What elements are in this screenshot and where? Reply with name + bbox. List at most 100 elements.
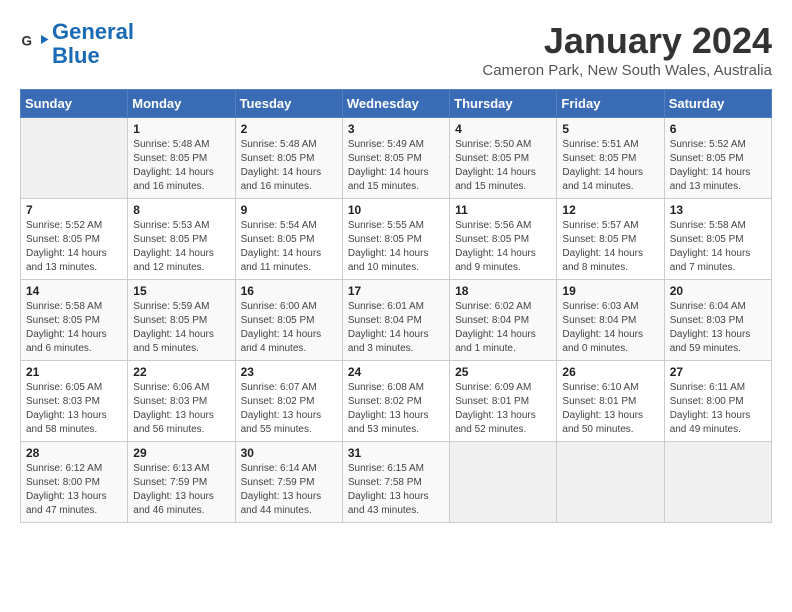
month-title: January 2024 [482, 20, 772, 62]
day-info: Sunrise: 5:59 AM Sunset: 8:05 PM Dayligh… [133, 300, 229, 356]
day-info: Sunrise: 6:12 AM Sunset: 8:00 PM Dayligh… [26, 462, 122, 518]
calendar-cell: 23 Sunrise: 6:07 AM Sunset: 8:02 PM Dayli… [235, 361, 342, 442]
day-info: Sunrise: 5:58 AM Sunset: 8:05 PM Dayligh… [26, 300, 122, 356]
day-info: Sunrise: 6:08 AM Sunset: 8:02 PM Dayligh… [348, 381, 444, 437]
day-number: 14 [26, 284, 122, 298]
calendar-cell: 18 Sunrise: 6:02 AM Sunset: 8:04 PM Dayli… [450, 280, 557, 361]
calendar-cell: 9Sunrise: 5:54 AM Sunset: 8:05 PM Daylig… [235, 199, 342, 280]
day-number: 15 [133, 284, 229, 298]
calendar-cell: 12 Sunrise: 5:57 AM Sunset: 8:05 PM Dayli… [557, 199, 664, 280]
weekday-header-row: SundayMondayTuesdayWednesdayThursdayFrid… [21, 90, 772, 118]
calendar-cell [21, 118, 128, 199]
day-number: 1 [133, 122, 229, 136]
day-number: 7 [26, 203, 122, 217]
day-number: 16 [241, 284, 337, 298]
weekday-sunday: Sunday [21, 90, 128, 118]
day-info: Sunrise: 6:02 AM Sunset: 8:04 PM Dayligh… [455, 300, 551, 356]
calendar-cell [450, 442, 557, 523]
calendar-cell: 11Sunrise: 5:56 AM Sunset: 8:05 PM Dayli… [450, 199, 557, 280]
calendar-cell: 19 Sunrise: 6:03 AM Sunset: 8:04 PM Dayli… [557, 280, 664, 361]
day-info: Sunrise: 6:09 AM Sunset: 8:01 PM Dayligh… [455, 381, 551, 437]
day-number: 4 [455, 122, 551, 136]
weekday-friday: Friday [557, 90, 664, 118]
calendar-cell: 24 Sunrise: 6:08 AM Sunset: 8:02 PM Dayli… [342, 361, 449, 442]
day-info: Sunrise: 6:03 AM Sunset: 8:04 PM Dayligh… [562, 300, 658, 356]
calendar-week-3: 14 Sunrise: 5:58 AM Sunset: 8:05 PM Dayli… [21, 280, 772, 361]
day-number: 28 [26, 446, 122, 460]
calendar-week-1: 1 Sunrise: 5:48 AM Sunset: 8:05 PM Daylig… [21, 118, 772, 199]
day-info: Sunrise: 6:07 AM Sunset: 8:02 PM Dayligh… [241, 381, 337, 437]
day-number: 27 [670, 365, 766, 379]
day-info: Sunrise: 6:13 AM Sunset: 7:59 PM Dayligh… [133, 462, 229, 518]
day-number: 30 [241, 446, 337, 460]
day-number: 24 [348, 365, 444, 379]
logo: G General Blue [20, 20, 134, 68]
logo-icon: G [20, 29, 50, 59]
calendar-cell: 14 Sunrise: 5:58 AM Sunset: 8:05 PM Dayli… [21, 280, 128, 361]
day-info: Sunrise: 5:48 AM Sunset: 8:05 PM Dayligh… [133, 138, 229, 194]
day-info: Sunrise: 6:04 AM Sunset: 8:03 PM Dayligh… [670, 300, 766, 356]
calendar-cell [557, 442, 664, 523]
day-info: Sunrise: 5:58 AM Sunset: 8:05 PM Dayligh… [670, 219, 766, 275]
calendar-week-2: 7 Sunrise: 5:52 AM Sunset: 8:05 PM Daylig… [21, 199, 772, 280]
day-number: 31 [348, 446, 444, 460]
calendar-cell: 31 Sunrise: 6:15 AM Sunset: 7:58 PM Dayli… [342, 442, 449, 523]
day-info: Sunrise: 6:10 AM Sunset: 8:01 PM Dayligh… [562, 381, 658, 437]
calendar-cell: 6 Sunrise: 5:52 AM Sunset: 8:05 PM Daylig… [664, 118, 771, 199]
day-info: Sunrise: 6:11 AM Sunset: 8:00 PM Dayligh… [670, 381, 766, 437]
calendar-cell: 13 Sunrise: 5:58 AM Sunset: 8:05 PM Dayli… [664, 199, 771, 280]
day-info: Sunrise: 5:50 AM Sunset: 8:05 PM Dayligh… [455, 138, 551, 194]
day-info: Sunrise: 6:00 AM Sunset: 8:05 PM Dayligh… [241, 300, 337, 356]
weekday-tuesday: Tuesday [235, 90, 342, 118]
logo-text: General Blue [52, 20, 134, 68]
day-number: 2 [241, 122, 337, 136]
day-number: 6 [670, 122, 766, 136]
title-block: January 2024 Cameron Park, New South Wal… [482, 20, 772, 79]
weekday-thursday: Thursday [450, 90, 557, 118]
calendar-cell: 29 Sunrise: 6:13 AM Sunset: 7:59 PM Dayli… [128, 442, 235, 523]
day-info: Sunrise: 6:01 AM Sunset: 8:04 PM Dayligh… [348, 300, 444, 356]
calendar-cell: 27 Sunrise: 6:11 AM Sunset: 8:00 PM Dayli… [664, 361, 771, 442]
calendar-week-5: 28 Sunrise: 6:12 AM Sunset: 8:00 PM Dayli… [21, 442, 772, 523]
calendar-cell: 15 Sunrise: 5:59 AM Sunset: 8:05 PM Dayli… [128, 280, 235, 361]
svg-text:G: G [22, 34, 33, 49]
day-number: 26 [562, 365, 658, 379]
calendar-cell: 1 Sunrise: 5:48 AM Sunset: 8:05 PM Daylig… [128, 118, 235, 199]
weekday-wednesday: Wednesday [342, 90, 449, 118]
day-number: 20 [670, 284, 766, 298]
calendar-cell: 2 Sunrise: 5:48 AM Sunset: 8:05 PM Daylig… [235, 118, 342, 199]
calendar-cell: 28 Sunrise: 6:12 AM Sunset: 8:00 PM Dayli… [21, 442, 128, 523]
weekday-saturday: Saturday [664, 90, 771, 118]
day-number: 25 [455, 365, 551, 379]
calendar-cell: 17 Sunrise: 6:01 AM Sunset: 8:04 PM Dayli… [342, 280, 449, 361]
calendar-table: SundayMondayTuesdayWednesdayThursdayFrid… [20, 89, 772, 523]
day-info: Sunrise: 5:53 AM Sunset: 8:05 PM Dayligh… [133, 219, 229, 275]
calendar-cell [664, 442, 771, 523]
day-number: 13 [670, 203, 766, 217]
day-number: 12 [562, 203, 658, 217]
day-number: 29 [133, 446, 229, 460]
calendar-cell: 5Sunrise: 5:51 AM Sunset: 8:05 PM Daylig… [557, 118, 664, 199]
day-info: Sunrise: 5:49 AM Sunset: 8:05 PM Dayligh… [348, 138, 444, 194]
calendar-cell: 25 Sunrise: 6:09 AM Sunset: 8:01 PM Dayli… [450, 361, 557, 442]
day-info: Sunrise: 5:57 AM Sunset: 8:05 PM Dayligh… [562, 219, 658, 275]
calendar-cell: 3Sunrise: 5:49 AM Sunset: 8:05 PM Daylig… [342, 118, 449, 199]
day-number: 23 [241, 365, 337, 379]
day-info: Sunrise: 5:48 AM Sunset: 8:05 PM Dayligh… [241, 138, 337, 194]
day-number: 8 [133, 203, 229, 217]
day-info: Sunrise: 5:51 AM Sunset: 8:05 PM Dayligh… [562, 138, 658, 194]
day-number: 10 [348, 203, 444, 217]
calendar-cell: 22Sunrise: 6:06 AM Sunset: 8:03 PM Dayli… [128, 361, 235, 442]
day-info: Sunrise: 6:15 AM Sunset: 7:58 PM Dayligh… [348, 462, 444, 518]
day-info: Sunrise: 5:52 AM Sunset: 8:05 PM Dayligh… [26, 219, 122, 275]
day-number: 19 [562, 284, 658, 298]
day-number: 17 [348, 284, 444, 298]
calendar-body: 1 Sunrise: 5:48 AM Sunset: 8:05 PM Daylig… [21, 118, 772, 523]
day-number: 18 [455, 284, 551, 298]
day-number: 11 [455, 203, 551, 217]
day-info: Sunrise: 6:06 AM Sunset: 8:03 PM Dayligh… [133, 381, 229, 437]
calendar-cell: 10Sunrise: 5:55 AM Sunset: 8:05 PM Dayli… [342, 199, 449, 280]
day-info: Sunrise: 5:52 AM Sunset: 8:05 PM Dayligh… [670, 138, 766, 194]
location: Cameron Park, New South Wales, Australia [482, 62, 772, 79]
calendar-week-4: 21Sunrise: 6:05 AM Sunset: 8:03 PM Dayli… [21, 361, 772, 442]
